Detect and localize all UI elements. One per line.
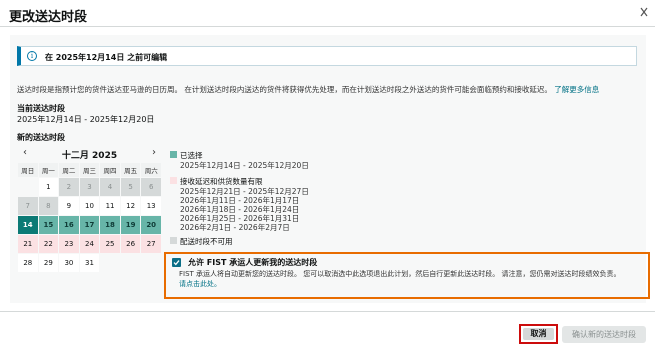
- new-window-label: 新的送达时段: [17, 133, 65, 142]
- fist-title: 允许 FIST 承运人更新我的送达时段: [188, 258, 318, 267]
- calendar-day: 5: [120, 178, 141, 196]
- calendar-week: 28 29 30 31: [18, 254, 161, 272]
- weekday-header: 周三: [79, 163, 100, 177]
- calendar-day[interactable]: 18: [100, 216, 120, 234]
- calendar-day[interactable]: 26: [120, 235, 141, 253]
- calendar-day[interactable]: 31: [79, 254, 100, 272]
- calendar-empty-cell: [18, 178, 38, 196]
- calendar-day[interactable]: 21: [18, 235, 38, 253]
- calendar-grid: 周日 周一 周二 周三 周四 周五 周六 1 2 3 4 5 6 7 8 9 10 11 12 13 14 15 16 17…: [17, 162, 162, 273]
- current-window-label: 当前送达时段: [17, 104, 65, 113]
- calendar-day[interactable]: 28: [18, 254, 38, 272]
- fist-body: FIST 承运人将自动更新您的送达时段。 您可以取消选中此选项退出此计划，然后自…: [179, 269, 644, 289]
- calendar-day: 7: [18, 197, 38, 215]
- fist-details-link[interactable]: 请点击此处。: [179, 280, 221, 288]
- legend-selected-swatch: [170, 151, 177, 158]
- legend-limited-swatch: [170, 177, 177, 184]
- calendar-day[interactable]: 1: [38, 178, 59, 196]
- calendar-day[interactable]: 19: [120, 216, 141, 234]
- calendar-day[interactable]: 20: [141, 216, 161, 234]
- calendar-week: 21 22 23 24 25 26 27: [18, 235, 161, 253]
- dialog-title: 更改送达时段: [9, 10, 88, 25]
- calendar-day[interactable]: 9: [59, 197, 79, 215]
- calendar-empty-cell: [121, 254, 141, 272]
- calendar-day[interactable]: 10: [79, 197, 100, 215]
- weekday-header: 周日: [18, 163, 38, 177]
- fist-body-text: FIST 承运人将自动更新您的送达时段。 您可以取消选中此选项退出此计划，然后自…: [179, 270, 621, 278]
- weekday-header: 周二: [59, 163, 79, 177]
- weekday-header: 周一: [38, 163, 59, 177]
- calendar-day[interactable]: 25: [100, 235, 120, 253]
- calendar-day[interactable]: 12: [120, 197, 141, 215]
- dialog-header: 更改送达时段: [0, 0, 655, 26]
- info-banner: i 在 2025年12月14日 之前可编辑: [17, 46, 637, 66]
- calendar-empty-cell: [100, 254, 120, 272]
- cancel-button-highlight: 取消: [519, 324, 558, 344]
- calendar-day[interactable]: 29: [38, 254, 59, 272]
- calendar-day[interactable]: 24: [79, 235, 100, 253]
- description-text: 送达时段是指预计您的货件送达亚马逊的日历周。 在计划送达时段内送达的货件将获得优…: [17, 85, 552, 94]
- weekday-header: 周四: [100, 163, 120, 177]
- close-icon[interactable]: [640, 6, 648, 18]
- header-divider: [0, 26, 655, 27]
- chevron-right-icon[interactable]: ›: [152, 147, 156, 158]
- cancel-button[interactable]: 取消: [523, 328, 554, 340]
- calendar-day: 8: [38, 197, 59, 215]
- calendar-week: 14 15 16 17 18 19 20: [18, 216, 161, 234]
- calendar-day[interactable]: 14: [18, 216, 38, 234]
- calendar-header: ‹ 十二月 2025 ›: [17, 146, 162, 162]
- calendar-day[interactable]: 13: [141, 197, 161, 215]
- legend-selected-range: 2025年12月14日 - 2025年12月20日: [180, 161, 309, 170]
- calendar-day[interactable]: 23: [59, 235, 79, 253]
- current-window-value: 2025年12月14日 - 2025年12月20日: [17, 115, 155, 124]
- calendar-day: 6: [141, 178, 161, 196]
- calendar-day[interactable]: 27: [141, 235, 161, 253]
- info-banner-text: 在 2025年12月14日 之前可编辑: [45, 53, 168, 62]
- footer-divider: [0, 311, 655, 312]
- calendar-day: 4: [100, 178, 120, 196]
- calendar-day[interactable]: 22: [38, 235, 59, 253]
- calendar-day[interactable]: 17: [79, 216, 100, 234]
- weekday-header: 周六: [141, 163, 161, 177]
- confirm-button[interactable]: 确认新的送达时段: [562, 326, 646, 343]
- fist-checkbox[interactable]: [172, 258, 181, 267]
- checkmark-icon: [173, 260, 180, 266]
- calendar-week: 123456: [18, 178, 161, 196]
- calendar-day[interactable]: 15: [38, 216, 59, 234]
- fist-option: 允许 FIST 承运人更新我的送达时段 FIST 承运人将自动更新您的送达时段。…: [164, 252, 650, 299]
- legend-unavailable-swatch: [170, 237, 177, 244]
- calendar-day[interactable]: 30: [59, 254, 79, 272]
- calendar-day[interactable]: 11: [100, 197, 120, 215]
- calendar-month: 十二月 2025: [61, 151, 118, 161]
- calendar-week: 7 8 9 10 11 12 13: [18, 197, 161, 215]
- legend-unavailable-title: 配送时段不可用: [180, 237, 233, 246]
- calendar-empty-cell: [141, 254, 161, 272]
- weekday-header: 周五: [120, 163, 141, 177]
- calendar-day: 2: [59, 178, 79, 196]
- legend-limited-range: 2026年2月1日 - 2026年2月7日: [180, 223, 290, 232]
- learn-more-link[interactable]: 了解更多信息: [554, 85, 599, 94]
- info-icon: i: [27, 51, 37, 61]
- calendar-day[interactable]: 16: [59, 216, 79, 234]
- description: 送达时段是指预计您的货件送达亚马逊的日历周。 在计划送达时段内送达的货件将获得优…: [17, 84, 599, 95]
- calendar: ‹ 十二月 2025 › 周日 周一 周二 周三 周四 周五 周六 1 2 3 4 5 6 7 8 9 10 1…: [17, 146, 162, 273]
- calendar-day: 3: [79, 178, 100, 196]
